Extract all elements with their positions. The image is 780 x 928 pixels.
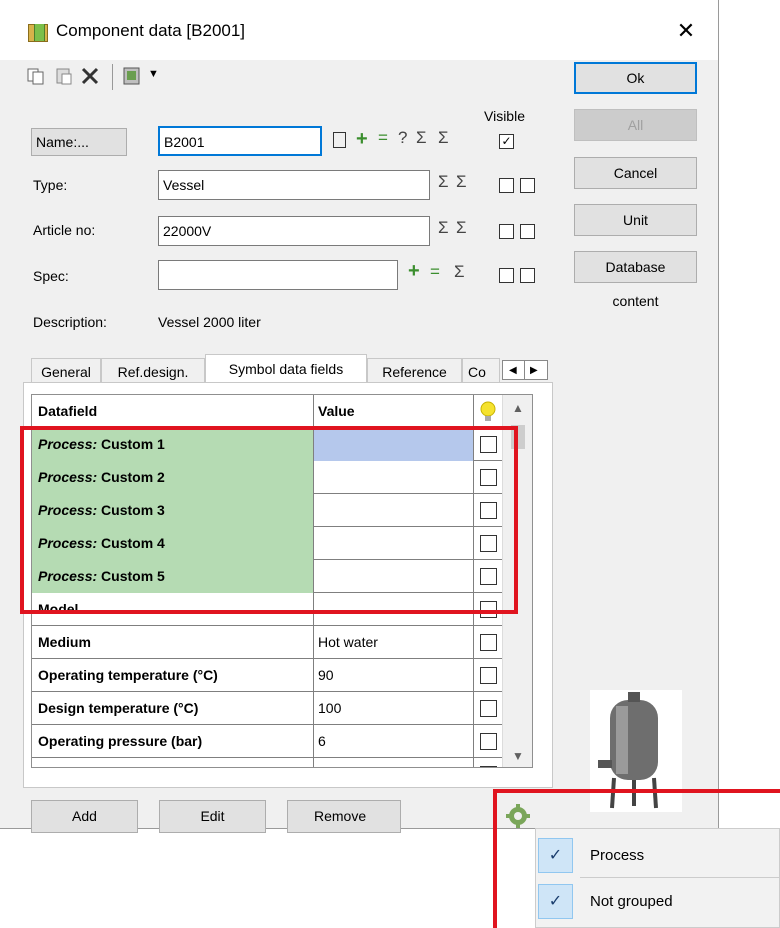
row-visible-checkbox[interactable]	[480, 700, 497, 717]
visibility-cell	[474, 692, 502, 725]
type-label: Type:	[33, 177, 68, 193]
article-sum-check-icon[interactable]: Σ	[456, 218, 467, 238]
close-button[interactable]: ✕	[670, 16, 702, 46]
value-cell[interactable]: Hot water	[314, 626, 474, 659]
sum-check-icon[interactable]: Σ	[438, 128, 449, 148]
all-button[interactable]: All	[574, 109, 697, 141]
table-row[interactable]: Operating pressure (bar) 6	[32, 725, 502, 758]
datafield-name: Design temperature (°C)	[38, 700, 199, 716]
value-cell[interactable]: 10	[314, 758, 474, 767]
spec-equals-icon[interactable]: =	[430, 262, 440, 282]
component-icon	[28, 24, 48, 42]
value-header[interactable]: Value	[314, 395, 474, 428]
type-input[interactable]: Vessel	[158, 170, 430, 200]
type-second-checkbox[interactable]	[520, 178, 535, 193]
datafield-name: Operating temperature (°C)	[38, 667, 218, 683]
unit-button[interactable]: Unit	[574, 204, 697, 236]
table-row[interactable]: Design pressure (bar) 10	[32, 758, 502, 767]
title-bar: Component data [B2001] ✕	[0, 0, 718, 60]
datafield-cell[interactable]: Operating pressure (bar)	[32, 725, 314, 758]
article-input[interactable]: 22000V	[158, 216, 430, 246]
database-button[interactable]: Database	[574, 251, 697, 283]
datafield-name: Design pressure (bar)	[38, 766, 183, 767]
type-visible-checkbox[interactable]	[499, 178, 514, 193]
spec-label: Spec:	[33, 268, 69, 284]
window-title: Component data [B2001]	[56, 21, 246, 40]
tab-reference[interactable]: Reference	[367, 358, 462, 384]
equals-icon[interactable]: =	[378, 128, 388, 148]
table-row[interactable]: Medium Hot water	[32, 626, 502, 659]
toolbar-separator	[112, 64, 113, 90]
database-content-label: content	[612, 293, 659, 309]
article-visible-checkbox[interactable]	[499, 224, 514, 239]
visibility-cell	[474, 626, 502, 659]
grouped-rows-highlight	[20, 426, 518, 614]
table-row[interactable]: Design temperature (°C) 100	[32, 692, 502, 725]
row-visible-checkbox[interactable]	[480, 766, 497, 767]
paste-icon[interactable]	[54, 66, 74, 86]
datafield-cell[interactable]: Design temperature (°C)	[32, 692, 314, 725]
datafield-name: Operating pressure (bar)	[38, 733, 203, 749]
datafield-cell[interactable]: Operating temperature (°C)	[32, 659, 314, 692]
tab-scroll-arrows[interactable]: ◀ ▶	[502, 360, 548, 380]
name-visible-checkbox[interactable]: ✓	[499, 134, 514, 149]
scroll-down-icon[interactable]: ▼	[503, 749, 532, 763]
row-visible-checkbox[interactable]	[480, 667, 497, 684]
spec-second-checkbox[interactable]	[520, 268, 535, 283]
ok-button[interactable]: Ok	[574, 62, 697, 94]
spec-input[interactable]	[158, 260, 398, 290]
datafield-cell[interactable]: Medium	[32, 626, 314, 659]
description-value: Vessel 2000 liter	[158, 314, 261, 330]
type-sum-check-icon[interactable]: Σ	[456, 172, 467, 192]
context-menu-highlight	[493, 789, 780, 928]
type-sum-icon[interactable]: Σ	[438, 172, 449, 192]
datafield-cell[interactable]: Design pressure (bar)	[32, 758, 314, 767]
article-label: Article no:	[33, 222, 96, 238]
value-cell[interactable]: 100	[314, 692, 474, 725]
spec-visible-checkbox[interactable]	[499, 268, 514, 283]
spec-sum-icon[interactable]: Σ	[454, 262, 465, 282]
delete-icon[interactable]	[80, 66, 100, 86]
question-icon[interactable]: ?	[398, 128, 407, 148]
tab-scroll-right-icon[interactable]: ▶	[530, 361, 538, 380]
article-second-checkbox[interactable]	[520, 224, 535, 239]
visibility-cell	[474, 659, 502, 692]
table-row[interactable]: Operating temperature (°C) 90	[32, 659, 502, 692]
component-data-dialog: Component data [B2001] ✕ ▼ Ok All Cancel…	[0, 0, 719, 833]
name-input[interactable]: B2001	[158, 126, 322, 156]
description-label: Description:	[33, 314, 107, 330]
tab-co[interactable]: Co	[462, 358, 500, 384]
edit-button[interactable]: Edit	[159, 800, 266, 833]
grid-header-row: Datafield Value	[32, 395, 502, 428]
add-button[interactable]: Add	[31, 800, 138, 833]
visible-label: Visible	[484, 108, 525, 124]
tab-scroll-left-icon[interactable]: ◀	[509, 361, 517, 380]
datafield-header[interactable]: Datafield	[32, 395, 314, 428]
tab-ref-design[interactable]: Ref.design.	[101, 358, 205, 384]
copy-icon[interactable]	[26, 66, 46, 86]
add-icon[interactable]: +	[356, 128, 368, 151]
scroll-up-icon[interactable]: ▲	[503, 401, 532, 415]
name-button[interactable]: Name:...	[31, 128, 127, 156]
properties-icon[interactable]	[333, 132, 346, 148]
row-visible-checkbox[interactable]	[480, 634, 497, 651]
remove-button[interactable]: Remove	[287, 800, 401, 833]
dropdown-arrow-icon[interactable]: ▼	[148, 68, 159, 80]
row-visible-checkbox[interactable]	[480, 733, 497, 750]
tab-scroll-divider	[524, 361, 525, 379]
visibility-header[interactable]	[474, 395, 502, 428]
spec-add-icon[interactable]: +	[408, 260, 420, 283]
tab-general[interactable]: General	[31, 358, 101, 384]
cancel-button[interactable]: Cancel	[574, 157, 697, 189]
visibility-cell	[474, 758, 502, 767]
tab-symbol-data-fields[interactable]: Symbol data fields	[205, 354, 367, 384]
value-cell[interactable]: 6	[314, 725, 474, 758]
article-sum-icon[interactable]: Σ	[438, 218, 449, 238]
database-icon[interactable]	[122, 66, 142, 86]
sum-icon[interactable]: Σ	[416, 128, 427, 148]
value-cell[interactable]: 90	[314, 659, 474, 692]
visibility-cell	[474, 725, 502, 758]
datafield-name: Medium	[38, 634, 91, 650]
